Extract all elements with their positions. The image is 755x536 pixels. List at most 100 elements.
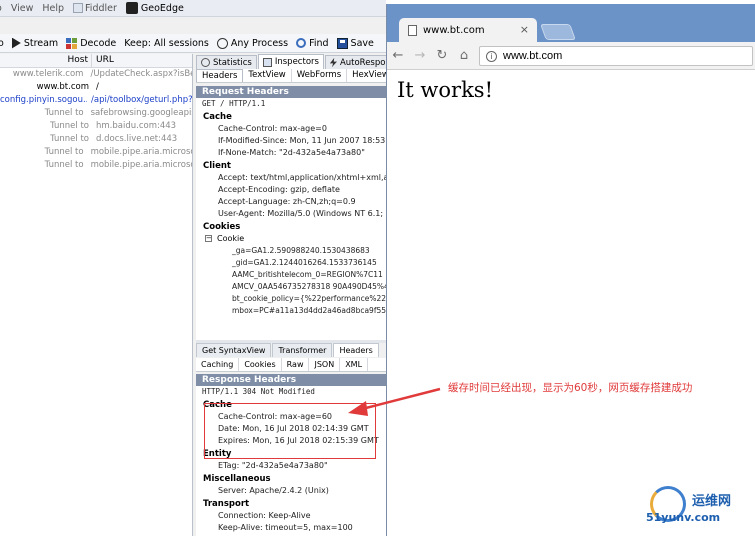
session-row[interactable]: Tunnel to mobile.pipe.aria.microsof xyxy=(0,146,192,159)
any-process-button[interactable]: Any Process xyxy=(216,37,288,49)
menu-bar: o View Help Fiddler GeoEdge xyxy=(0,0,386,17)
header-line: User-Agent: Mozilla/5.0 (Windows NT 6.1;… xyxy=(218,209,386,218)
address-text: www.bt.com xyxy=(503,50,563,62)
play-icon xyxy=(11,37,21,49)
tab-headers[interactable]: Headers xyxy=(196,69,244,82)
tab-json[interactable]: JSON xyxy=(309,358,341,371)
session-row[interactable]: Tunnel to hm.baidu.com:443 xyxy=(0,120,192,133)
tab-response-headers[interactable]: Headers xyxy=(333,343,379,357)
group-client: Client xyxy=(203,161,231,171)
tab-title: www.bt.com xyxy=(423,24,485,36)
save-icon xyxy=(336,37,348,49)
geoedge-icon xyxy=(125,2,138,14)
session-host: Tunnel to xyxy=(44,160,84,170)
page-icon xyxy=(408,24,417,36)
stream-button[interactable]: Stream xyxy=(11,37,58,49)
reload-icon[interactable]: ↻ xyxy=(431,48,453,63)
cookie-value: _gid=GA1.2.1244016264.1533736145 xyxy=(232,258,377,267)
info-icon[interactable]: i xyxy=(486,50,497,62)
tab-label: Statistics xyxy=(213,57,252,68)
watermark-domain: 51yunv.com xyxy=(646,511,721,524)
tab-hexview[interactable]: HexView xyxy=(347,69,386,82)
sessions-header: Host URL xyxy=(0,54,192,68)
browser-toolbar: ← → ↻ ⌂ i www.bt.com xyxy=(387,42,755,70)
tab-raw[interactable]: Raw xyxy=(282,358,310,371)
fiddler-icon xyxy=(73,3,84,13)
cookie-value: mbox=PC#a11a13d4dd2a46ad8bca9f55 xyxy=(232,306,386,315)
header-line: If-None-Match: "2d-432a5e4a73a80" xyxy=(218,148,365,157)
tab-transformer[interactable]: Transformer xyxy=(272,343,333,357)
back-icon[interactable]: ← xyxy=(387,48,409,63)
header-line: Accept-Encoding: gzip, deflate xyxy=(218,185,340,194)
group-miscellaneous: Miscellaneous xyxy=(203,474,271,484)
tab-cookies[interactable]: Cookies xyxy=(239,358,282,371)
session-row[interactable]: Tunnel to mobile.pipe.aria.microsof xyxy=(0,159,192,172)
session-url: safebrowsing.googleapis. xyxy=(90,108,192,118)
cookie-node-label: Cookie xyxy=(217,234,245,243)
inspector-top-tabs: Statistics Inspectors AutoRespon xyxy=(196,54,386,69)
save-button[interactable]: Save xyxy=(336,37,374,49)
forward-icon[interactable]: → xyxy=(409,48,431,63)
tab-inspectors[interactable]: Inspectors xyxy=(257,54,324,69)
request-view-tabs: Headers TextView WebForms HexView xyxy=(196,69,386,83)
statistics-icon xyxy=(201,58,210,67)
inspectors-icon xyxy=(262,57,272,67)
home-icon[interactable]: ⌂ xyxy=(453,48,475,63)
column-header-url[interactable]: URL xyxy=(92,54,114,67)
tab-xml[interactable]: XML xyxy=(340,358,369,371)
status-line: HTTP/1.1 304 Not Modified xyxy=(202,387,315,396)
watermark-logo: 运维网 51yunv.com xyxy=(640,484,755,536)
tab-caching[interactable]: Caching xyxy=(196,358,240,371)
browser-tab[interactable]: www.bt.com × xyxy=(399,18,537,42)
header-line: Keep-Alive: timeout=5, max=100 xyxy=(218,523,353,532)
tab-statistics[interactable]: Statistics xyxy=(196,55,257,69)
session-url: /api/toolbox/geturl.php?h xyxy=(91,95,192,105)
response-tabs-row2: Caching Cookies Raw JSON XML xyxy=(196,358,386,372)
close-icon[interactable]: × xyxy=(520,23,529,36)
browser-window: www.bt.com × ← → ↻ ⌂ i www.bt.com It wor… xyxy=(386,4,755,536)
session-host: www.bt.com xyxy=(36,82,89,92)
session-host: Tunnel to xyxy=(50,121,89,131)
menu-item-partial[interactable]: o xyxy=(0,3,2,14)
session-host: Tunnel to xyxy=(44,147,84,157)
menu-item-help[interactable]: Help xyxy=(42,3,64,14)
cookie-tree-node[interactable]: − Cookie xyxy=(196,233,386,245)
watermark-cn: 运维网 xyxy=(692,494,732,509)
response-tabs-row1: Get SyntaxView Transformer Headers xyxy=(196,343,386,357)
tab-webforms[interactable]: WebForms xyxy=(292,69,348,82)
new-tab-button[interactable] xyxy=(540,24,576,40)
menu-item-view[interactable]: View xyxy=(11,3,34,14)
menu-item-fiddler[interactable]: Fiddler xyxy=(73,3,117,14)
session-row[interactable]: www.bt.com / xyxy=(0,81,192,94)
session-url: mobile.pipe.aria.microsof xyxy=(90,147,192,157)
column-header-host[interactable]: Host xyxy=(0,54,92,67)
tab-textview[interactable]: TextView xyxy=(243,69,292,82)
group-cookies: Cookies xyxy=(203,222,241,232)
keep-sessions-dropdown[interactable]: Keep: All sessions xyxy=(124,38,209,49)
menu-item-geoedge[interactable]: GeoEdge xyxy=(125,2,184,14)
find-button[interactable]: Find xyxy=(296,38,329,49)
inspector-pane: Statistics Inspectors AutoRespon Headers… xyxy=(196,54,386,536)
session-row[interactable]: Tunnel to d.docs.live.net:443 xyxy=(0,133,192,146)
header-line: Connection: Keep-Alive xyxy=(218,511,311,520)
session-url: mobile.pipe.aria.microsof xyxy=(90,160,192,170)
tab-autoresponder[interactable]: AutoRespon xyxy=(324,55,386,69)
cookie-value: bt_cookie_policy={%22performance%22 xyxy=(232,294,386,303)
header-line: Server: Apache/2.4.2 (Unix) xyxy=(218,486,329,495)
session-row[interactable]: config.pinyin.sogou.... /api/toolbox/getu… xyxy=(0,94,192,107)
session-row[interactable]: www.telerik.com/UpdateCheck.aspx?isBet xyxy=(0,68,192,81)
collapse-icon[interactable]: − xyxy=(205,235,212,242)
request-line: GET / HTTP/1.1 xyxy=(202,99,266,108)
crosshair-icon xyxy=(216,37,228,49)
tab-get-syntaxview[interactable]: Get SyntaxView xyxy=(196,343,272,357)
header-line: ETag: "2d-432a5e4a73a80" xyxy=(218,461,328,470)
sessions-list: Host URL www.telerik.com/UpdateCheck.asp… xyxy=(0,54,193,536)
session-host: Tunnel to xyxy=(50,134,89,144)
address-bar[interactable]: i www.bt.com xyxy=(479,46,753,66)
header-line: Cache-Control: max-age=0 xyxy=(218,124,327,133)
annotation-text: 缓存时间已经出现，显示为60秒，网页缓存搭建成功 xyxy=(448,382,693,394)
session-host: Tunnel to xyxy=(44,108,84,118)
session-row[interactable]: Tunnel to safebrowsing.googleapis. xyxy=(0,107,192,120)
toolbar-partial[interactable]: o xyxy=(0,38,4,49)
decode-button[interactable]: Decode xyxy=(66,37,116,49)
